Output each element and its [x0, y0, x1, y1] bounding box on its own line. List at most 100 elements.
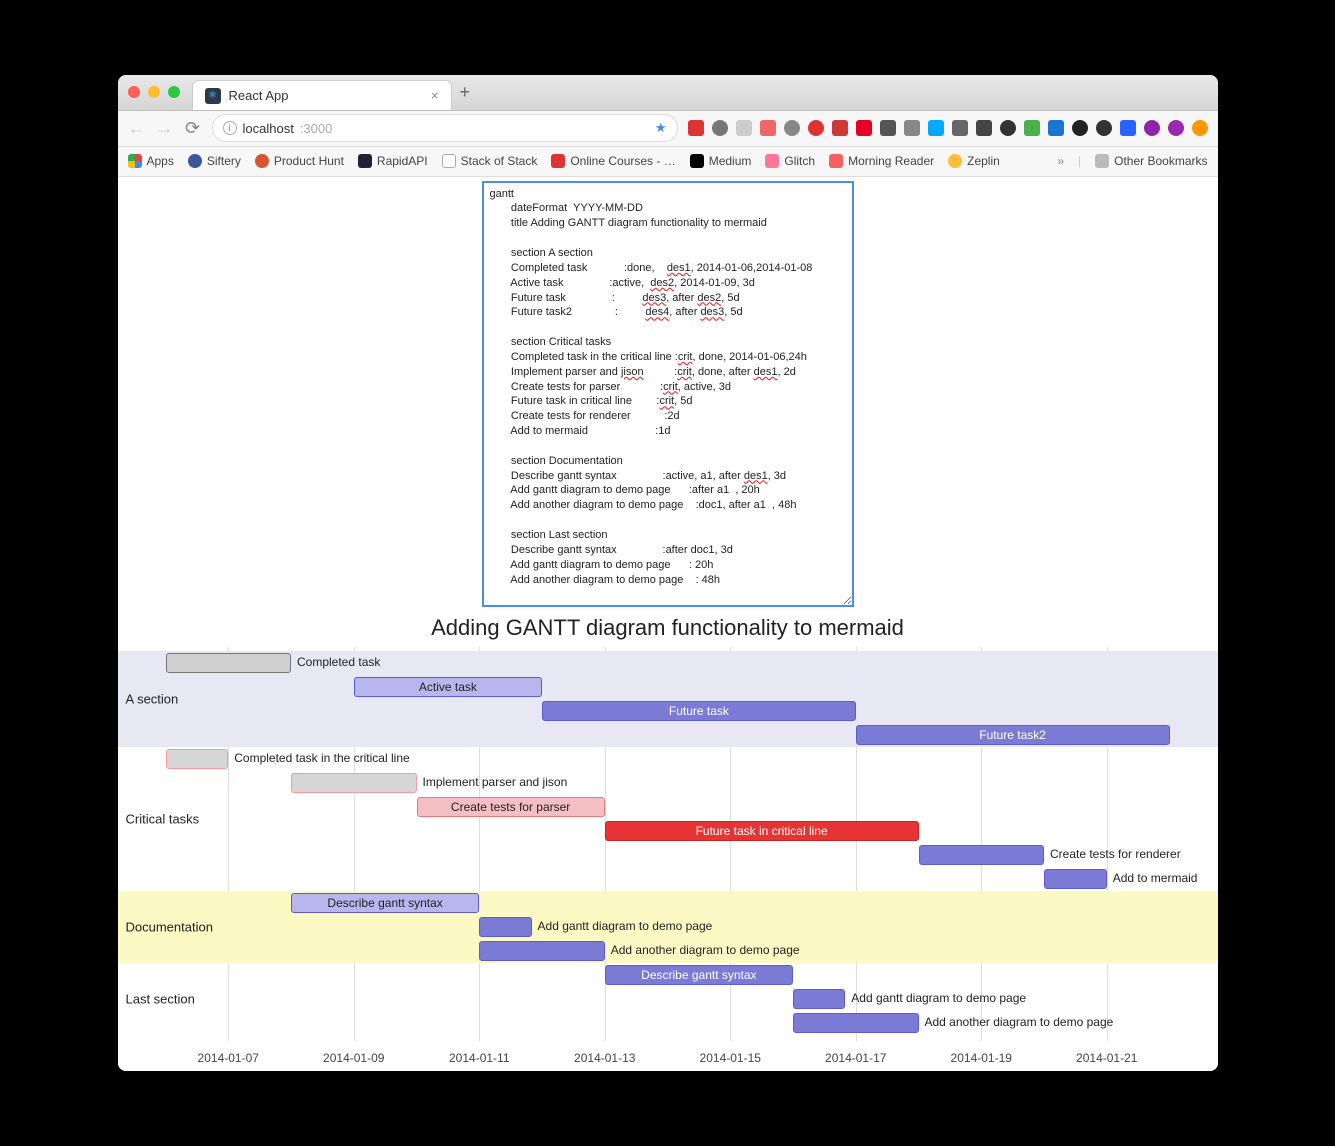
bookmark-item[interactable]: RapidAPI: [358, 154, 428, 168]
bookmark-item[interactable]: Morning Reader: [829, 154, 934, 168]
tab-close-icon[interactable]: ×: [431, 88, 439, 103]
gantt-task-bar[interactable]: Future task: [542, 701, 856, 721]
ext-icon[interactable]: [688, 120, 704, 136]
ext-icon[interactable]: [712, 120, 728, 136]
extension-icons: [688, 120, 1208, 136]
bookmark-item[interactable]: Online Courses - …: [551, 154, 675, 168]
warning-icon[interactable]: [1192, 120, 1208, 136]
ext-icon[interactable]: [952, 120, 968, 136]
site-info-icon[interactable]: i: [223, 121, 237, 135]
ext-icon[interactable]: [1096, 120, 1112, 136]
gantt-task-bar[interactable]: [291, 773, 417, 793]
gantt-task-bar[interactable]: [793, 1013, 919, 1033]
gantt-title: Adding GANTT diagram functionality to me…: [118, 615, 1218, 641]
ext-icon[interactable]: [760, 120, 776, 136]
gantt-task-label: Add gantt diagram to demo page: [538, 919, 713, 933]
bookmark-icon: [765, 154, 779, 168]
window-titlebar: ⚛ React App × +: [118, 75, 1218, 111]
bookmark-icon: [358, 154, 372, 168]
gantt-task-label: Add another diagram to demo page: [611, 943, 800, 957]
section-label: Critical tasks: [126, 812, 200, 827]
browser-tab[interactable]: ⚛ React App ×: [192, 80, 452, 110]
browser-window: ⚛ React App × + ← → ⟳ i localhost :3000 ★: [118, 75, 1218, 1072]
bookmark-icon: [442, 154, 456, 168]
gantt-task-bar[interactable]: [479, 917, 531, 937]
gantt-task-bar[interactable]: Describe gantt syntax: [291, 893, 479, 913]
axis-tick-label: 2014-01-19: [951, 1051, 1012, 1065]
ext-icon[interactable]: [1120, 120, 1136, 136]
gantt-task-bar[interactable]: Active task: [354, 677, 542, 697]
bookmark-item[interactable]: Medium: [690, 154, 752, 168]
gantt-task-bar[interactable]: [919, 845, 1045, 865]
window-controls: [128, 86, 180, 98]
ext-icon[interactable]: [1144, 120, 1160, 136]
axis-tick-label: 2014-01-09: [323, 1051, 384, 1065]
bookmarks-overflow-icon[interactable]: »: [1057, 154, 1064, 168]
ext-icon[interactable]: [976, 120, 992, 136]
apps-icon: [128, 154, 142, 168]
bookmark-star-icon[interactable]: ★: [655, 120, 667, 136]
gantt-task-bar[interactable]: Future task in critical line: [605, 821, 919, 841]
react-favicon-icon: ⚛: [205, 88, 221, 104]
gantt-task-bar[interactable]: [166, 749, 229, 769]
ext-icon[interactable]: [1000, 120, 1016, 136]
gantt-task-label: Add gantt diagram to demo page: [851, 991, 1026, 1005]
forward-button[interactable]: →: [156, 118, 174, 139]
back-button[interactable]: ←: [128, 118, 146, 139]
ext-icon[interactable]: [736, 120, 752, 136]
bookmark-item[interactable]: Stack of Stack: [442, 154, 538, 168]
axis-tick-label: 2014-01-07: [198, 1051, 259, 1065]
maximize-window-button[interactable]: [168, 86, 180, 98]
folder-icon: [1095, 154, 1109, 168]
url-host: localhost: [243, 121, 294, 136]
new-tab-button[interactable]: +: [460, 82, 471, 103]
bookmark-icon: [948, 154, 962, 168]
gantt-task-label: Add to mermaid: [1113, 871, 1198, 885]
ext-icon[interactable]: [928, 120, 944, 136]
gantt-task-bar[interactable]: [793, 989, 845, 1009]
ext-icon[interactable]: [832, 120, 848, 136]
bookmark-icon: [188, 154, 202, 168]
ext-icon[interactable]: [784, 120, 800, 136]
apps-button[interactable]: Apps: [128, 154, 174, 168]
bookmark-icon: [255, 154, 269, 168]
bookmark-icon: [829, 154, 843, 168]
gantt-task-bar[interactable]: [166, 653, 292, 673]
ext-icon[interactable]: [1024, 120, 1040, 136]
bookmark-item[interactable]: Product Hunt: [255, 154, 344, 168]
bookmark-item[interactable]: Siftery: [188, 154, 241, 168]
gantt-task-bar[interactable]: [479, 941, 605, 961]
ext-icon[interactable]: [904, 120, 920, 136]
minimize-window-button[interactable]: [148, 86, 160, 98]
ext-icon[interactable]: [856, 120, 872, 136]
gantt-task-label: Create tests for renderer: [1050, 847, 1181, 861]
bookmark-item[interactable]: Glitch: [765, 154, 815, 168]
tab-title: React App: [229, 88, 289, 103]
ext-icon[interactable]: [1072, 120, 1088, 136]
axis-tick-label: 2014-01-21: [1076, 1051, 1137, 1065]
avatar-icon[interactable]: [1168, 120, 1184, 136]
other-bookmarks-button[interactable]: Other Bookmarks: [1095, 154, 1207, 168]
close-window-button[interactable]: [128, 86, 140, 98]
browser-toolbar: ← → ⟳ i localhost :3000 ★: [118, 111, 1218, 147]
ext-icon[interactable]: [880, 120, 896, 136]
section-label: Documentation: [126, 920, 213, 935]
address-bar[interactable]: i localhost :3000 ★: [212, 114, 678, 142]
bookmark-icon: [551, 154, 565, 168]
gantt-task-bar[interactable]: Future task2: [856, 725, 1170, 745]
mermaid-source-textarea[interactable]: gantt dateFormat YYYY-MM-DD title Adding…: [482, 181, 854, 608]
gantt-task-bar[interactable]: [1044, 869, 1107, 889]
gantt-task-label: Completed task: [297, 655, 380, 669]
gantt-task-label: Add another diagram to demo page: [925, 1015, 1114, 1029]
gantt-task-bar[interactable]: Describe gantt syntax: [605, 965, 793, 985]
gantt-task-bar[interactable]: Create tests for parser: [417, 797, 605, 817]
page-content: gantt dateFormat YYYY-MM-DD title Adding…: [118, 181, 1218, 1072]
axis-tick-label: 2014-01-13: [574, 1051, 635, 1065]
gantt-chart: 2014-01-072014-01-092014-01-112014-01-13…: [118, 647, 1218, 1071]
reload-button[interactable]: ⟳: [184, 118, 202, 139]
ext-icon[interactable]: [1048, 120, 1064, 136]
url-port: :3000: [300, 121, 333, 136]
ext-icon[interactable]: [808, 120, 824, 136]
axis-tick-label: 2014-01-15: [700, 1051, 761, 1065]
bookmark-item[interactable]: Zeplin: [948, 154, 1000, 168]
